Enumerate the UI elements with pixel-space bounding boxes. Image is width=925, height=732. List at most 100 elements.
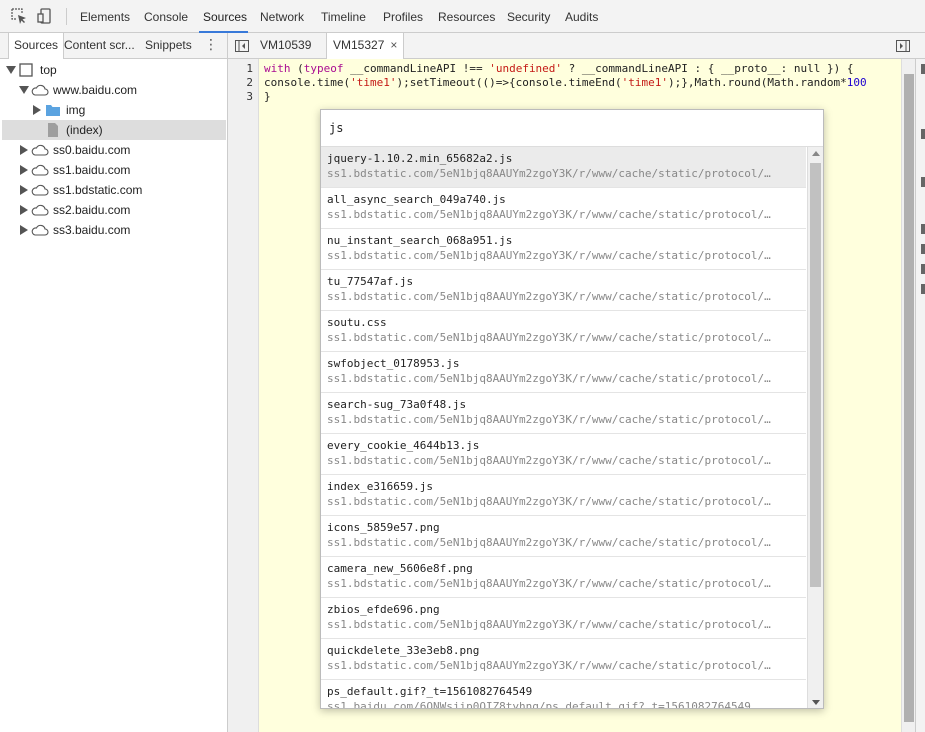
sidebar-marker — [921, 244, 925, 254]
tree-item-label: ss1.bdstatic.com — [53, 183, 143, 197]
quick-open-item-name: nu_instant_search_068a951.js — [327, 234, 513, 247]
quick-open-item-name: zbios_efde696.png — [327, 603, 440, 616]
tab-audits[interactable]: Audits — [565, 10, 598, 24]
toggle-navigator-icon[interactable] — [234, 38, 250, 54]
code-token: );setTimeout(()=>{console.timeEnd( — [396, 76, 622, 89]
quick-open-scrollbar-thumb[interactable] — [810, 163, 821, 587]
quick-open-item-name: swfobject_0178953.js — [327, 357, 460, 370]
tab-resources[interactable]: Resources — [438, 10, 495, 24]
code-token: );},Math.round(Math.random* — [667, 76, 847, 89]
tab-profiles[interactable]: Profiles — [383, 10, 423, 24]
tab-security[interactable]: Security — [507, 10, 550, 24]
quick-open-item[interactable]: ps_default.gif?_t=1561082764549 ss1.baidu… — [321, 680, 806, 708]
expanded-arrow-icon[interactable] — [6, 66, 16, 74]
editor-tab-vm15327[interactable]: VM15327 × — [326, 33, 405, 60]
quick-open-item-path: ss1.bdstatic.com/5eN1bjq8AAUYm2zgoY3K/r/… — [327, 413, 771, 426]
cloud-icon — [31, 164, 49, 176]
quick-open-item[interactable]: search-sug_73a0f48.js ss1.bdstatic.com/5e… — [321, 393, 806, 434]
editor-tab-vm10539[interactable]: VM10539 — [254, 33, 317, 59]
quick-open-item[interactable]: soutu.css ss1.bdstatic.com/5eN1bjq8AAUYm2… — [321, 311, 806, 352]
toggle-debugger-icon[interactable] — [895, 38, 911, 54]
tree-item-ss1-bdstatic-com[interactable]: ss1.bdstatic.com — [2, 180, 226, 200]
scroll-up-arrow-icon[interactable] — [812, 151, 820, 156]
quick-open-item-name: ps_default.gif?_t=1561082764549 — [327, 685, 533, 698]
quick-open-item-path: ss1.bdstatic.com/5eN1bjq8AAUYm2zgoY3K/r/… — [327, 167, 771, 180]
quick-open-item[interactable]: index_e316659.js ss1.bdstatic.com/5eN1bjq… — [321, 475, 806, 516]
line-number: 3 — [246, 90, 253, 103]
cloud-icon — [31, 184, 49, 196]
quick-open-item[interactable]: swfobject_0178953.js ss1.bdstatic.com/5eN… — [321, 352, 806, 393]
tree-item-ss0-baidu-com[interactable]: ss0.baidu.com — [2, 140, 226, 160]
tree-item-label: ss3.baidu.com — [53, 223, 131, 237]
quick-open-item[interactable]: tu_77547af.js ss1.bdstatic.com/5eN1bjq8AA… — [321, 270, 806, 311]
code-token: 'undefined' — [489, 62, 563, 75]
quick-open-item-path: ss1.bdstatic.com/5eN1bjq8AAUYm2zgoY3K/r/… — [327, 331, 771, 344]
code-token: 'time1' — [350, 76, 397, 89]
collapsed-arrow-icon[interactable] — [20, 145, 28, 155]
tree-item-label: ss2.baidu.com — [53, 203, 131, 217]
quick-open-search-input[interactable] — [321, 110, 823, 147]
tree-item-ss2-baidu-com[interactable]: ss2.baidu.com — [2, 200, 226, 220]
sidebar-marker — [921, 64, 925, 74]
editor-scrollbar-thumb[interactable] — [904, 74, 914, 722]
editor-tab-label: VM10539 — [260, 38, 312, 52]
quick-open-item-name: every_cookie_4644b13.js — [327, 439, 480, 452]
more-options-icon[interactable]: ⋮ — [204, 38, 218, 54]
sidebar-marker — [921, 284, 925, 294]
quick-open-dialog: jquery-1.10.2.min_65682a2.js ss1.bdstatic… — [320, 109, 824, 709]
quick-open-item[interactable]: quickdelete_33e3eb8.png ss1.bdstatic.com/… — [321, 639, 806, 680]
collapsed-arrow-icon[interactable] — [20, 205, 28, 215]
collapsed-arrow-icon[interactable] — [20, 225, 28, 235]
editor-scrollbar[interactable] — [901, 59, 915, 732]
tree-item-label: (index) — [66, 123, 103, 137]
tab-content-scripts[interactable]: Content scr... — [59, 33, 141, 59]
tab-console[interactable]: Console — [144, 10, 188, 24]
code-token: 100 — [846, 76, 867, 89]
tree-item-ss3-baidu-com[interactable]: ss3.baidu.com — [2, 220, 226, 240]
tab-snippets[interactable]: Snippets — [140, 33, 197, 59]
quick-open-item-path: ss1.bdstatic.com/5eN1bjq8AAUYm2zgoY3K/r/… — [327, 577, 771, 590]
scroll-down-arrow-icon[interactable] — [812, 700, 820, 705]
sidebar-marker — [921, 177, 925, 187]
quick-open-item[interactable]: zbios_efde696.png ss1.bdstatic.com/5eN1bj… — [321, 598, 806, 639]
code-token: ? __commandLineAPI : { __proto__: null }… — [562, 62, 854, 75]
collapsed-arrow-icon[interactable] — [20, 165, 28, 175]
quick-open-item[interactable]: jquery-1.10.2.min_65682a2.js ss1.bdstatic… — [321, 147, 806, 188]
collapsed-arrow-icon[interactable] — [20, 185, 28, 195]
quick-open-item[interactable]: all_async_search_049a740.js ss1.bdstatic.… — [321, 188, 806, 229]
quick-open-item-path: ss1.bdstatic.com/5eN1bjq8AAUYm2zgoY3K/r/… — [327, 495, 771, 508]
tree-item-www-baidu-com[interactable]: www.baidu.com — [2, 80, 226, 100]
quick-open-item-path: ss1.bdstatic.com/5eN1bjq8AAUYm2zgoY3K/r/… — [327, 618, 771, 631]
code-line-1: with (typeof __commandLineAPI !== 'undef… — [264, 62, 853, 75]
tree-item-ss1-baidu-com[interactable]: ss1.baidu.com — [2, 160, 226, 180]
toolbar-divider — [66, 8, 67, 25]
code-line-2: console.time('time1');setTimeout(()=>{co… — [264, 76, 867, 89]
quick-open-item-name: tu_77547af.js — [327, 275, 414, 288]
debugger-sidebar-edge — [915, 59, 925, 732]
cloud-icon — [31, 204, 49, 216]
close-tab-icon[interactable]: × — [390, 33, 397, 58]
expanded-arrow-icon[interactable] — [19, 86, 29, 94]
tab-sources[interactable]: Sources — [8, 33, 65, 60]
tree-item-index[interactable]: (index) — [2, 120, 226, 140]
quick-open-item[interactable]: nu_instant_search_068a951.js ss1.bdstatic… — [321, 229, 806, 270]
code-token: __commandLineAPI !== — [343, 62, 490, 75]
tree-item-top[interactable]: top — [2, 60, 226, 80]
quick-open-item[interactable]: icons_5859e57.png ss1.bdstatic.com/5eN1bj… — [321, 516, 806, 557]
line-number-gutter: 1 2 3 — [228, 59, 259, 732]
code-token: 'time1' — [621, 76, 668, 89]
code-token: console.time( — [264, 76, 351, 89]
collapsed-arrow-icon[interactable] — [33, 105, 41, 115]
tab-timeline[interactable]: Timeline — [321, 10, 366, 24]
inspect-icon[interactable] — [11, 8, 27, 24]
quick-open-item[interactable]: camera_new_5606e8f.png ss1.bdstatic.com/5… — [321, 557, 806, 598]
line-number: 2 — [246, 76, 253, 89]
tab-network[interactable]: Network — [260, 10, 304, 24]
quick-open-scrollbar[interactable] — [807, 147, 823, 708]
tab-sources[interactable]: Sources — [203, 10, 247, 24]
quick-open-item[interactable]: every_cookie_4644b13.js ss1.bdstatic.com/… — [321, 434, 806, 475]
device-mode-icon[interactable] — [37, 8, 53, 24]
tree-item-img[interactable]: img — [2, 100, 226, 120]
tab-elements[interactable]: Elements — [80, 10, 130, 24]
cloud-icon — [31, 84, 49, 96]
